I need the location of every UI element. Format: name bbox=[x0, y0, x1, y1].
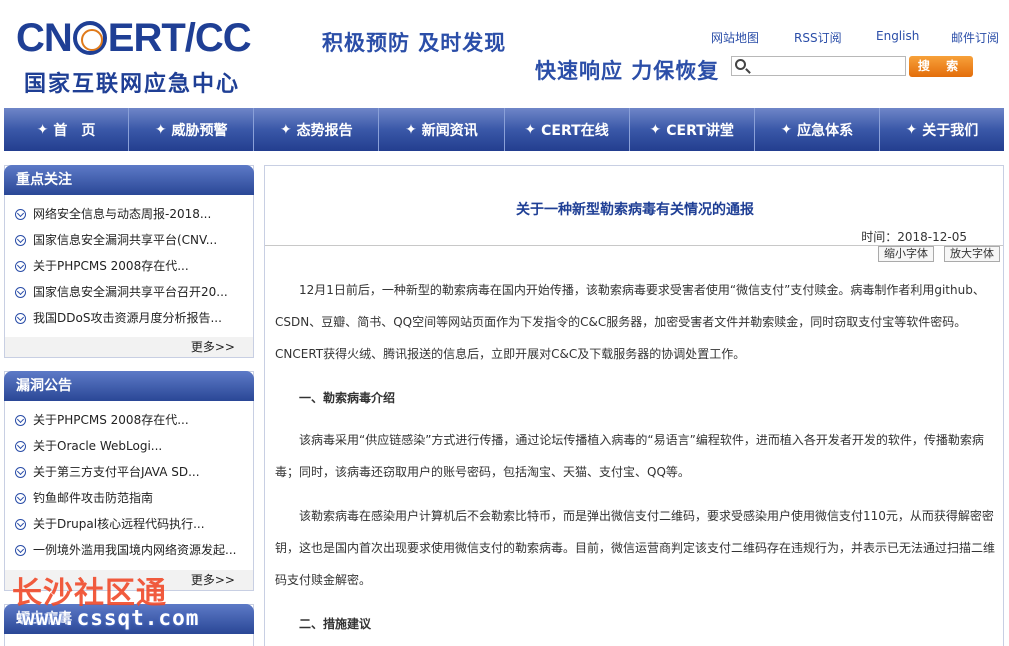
list-item[interactable]: 关于Drupal核心远程代码执行... bbox=[15, 511, 253, 537]
list-item[interactable]: 关于PHPCMS 2008存在代... bbox=[15, 407, 253, 433]
rss-link[interactable]: RSS订阅 bbox=[794, 29, 842, 46]
nav-threat-alert[interactable]: ✦ 威胁预警 bbox=[129, 108, 255, 151]
article-time: 时间：2018-12-05 bbox=[861, 230, 967, 244]
vuln-list: 关于PHPCMS 2008存在代... 关于Oracle WebLogi... … bbox=[5, 401, 253, 563]
focus-panel: 重点关注 网络安全信息与动态周报-2018... 国家信息安全漏洞共享平台(CN… bbox=[4, 165, 254, 358]
slogan-line-2: 快速响应 力保恢复 bbox=[535, 59, 720, 83]
logo-english: CN ERT/CC bbox=[16, 16, 252, 60]
circle-arrow-icon bbox=[15, 492, 26, 504]
search-icon bbox=[735, 59, 746, 70]
focus-list: 网络安全信息与动态周报-2018... 国家信息安全漏洞共享平台(CNV... … bbox=[5, 195, 253, 331]
star-icon: ✦ bbox=[279, 121, 292, 138]
article-section-heading: 一、勒索病毒介绍 bbox=[299, 391, 396, 405]
circle-arrow-icon bbox=[15, 312, 26, 324]
list-item[interactable]: 关于第三方支付平台JAVA SD... bbox=[15, 459, 253, 485]
font-smaller-button[interactable]: 缩小字体 bbox=[878, 246, 934, 262]
nav-emergency-system[interactable]: ✦ 应急体系 bbox=[755, 108, 880, 151]
site-logo[interactable]: CN ERT/CC 国家互联网应急中心 bbox=[16, 14, 278, 98]
article-panel: 关于一种新型勒索病毒有关情况的通报 时间：2018-12-05 缩小字体 放大字… bbox=[264, 165, 1004, 646]
list-item[interactable]: 国家信息安全漏洞共享平台召开20... bbox=[15, 279, 253, 305]
circle-arrow-icon bbox=[15, 466, 26, 478]
watermark-url: www.cssqt.com bbox=[22, 606, 200, 630]
nav-cert-lecture[interactable]: ✦ CERT讲堂 bbox=[630, 108, 755, 151]
focus-more-link[interactable]: 更多>> bbox=[5, 337, 253, 357]
circle-arrow-icon bbox=[15, 260, 26, 272]
article-section-heading: 二、措施建议 bbox=[299, 617, 372, 631]
search-box bbox=[731, 56, 906, 76]
star-icon: ✦ bbox=[780, 121, 793, 138]
list-item[interactable]: 网络安全信息与动态周报-2018... bbox=[15, 201, 253, 227]
star-icon: ✦ bbox=[649, 121, 662, 138]
watermark: 长沙社区通 www.cssqt.com bbox=[10, 568, 230, 638]
search-input[interactable] bbox=[752, 58, 902, 74]
nav-news[interactable]: ✦ 新闻资讯 bbox=[379, 108, 505, 151]
slogan-line-1: 积极预防 及时发现 bbox=[322, 31, 507, 55]
nav-about-us[interactable]: ✦ 关于我们 bbox=[880, 108, 1004, 151]
logo-chinese: 国家互联网应急中心 bbox=[24, 72, 241, 97]
star-icon: ✦ bbox=[405, 121, 417, 138]
article-paragraph: 12月1日前后，一种新型的勒索病毒在国内开始传播，该勒索病毒要求受害者使用“微信… bbox=[275, 283, 985, 361]
vuln-panel-title: 漏洞公告 bbox=[4, 371, 254, 401]
circle-arrow-icon bbox=[15, 440, 26, 452]
list-item[interactable]: 一例境外滥用我国境内网络资源发起... bbox=[15, 537, 253, 563]
nav-cert-online[interactable]: ✦ CERT在线 bbox=[505, 108, 630, 151]
circle-arrow-icon bbox=[15, 208, 26, 220]
nav-home[interactable]: ✦ 首 页 bbox=[4, 108, 130, 151]
circle-arrow-icon bbox=[15, 544, 26, 556]
star-icon: ✦ bbox=[524, 121, 537, 138]
vuln-panel: 漏洞公告 关于PHPCMS 2008存在代... 关于Oracle WebLog… bbox=[4, 371, 254, 591]
article-paragraph: 该病毒采用“供应链感染”方式进行传播，通过论坛传播植入病毒的“易语言”编程软件，… bbox=[275, 433, 984, 479]
font-larger-button[interactable]: 放大字体 bbox=[944, 246, 1000, 262]
article-title: 关于一种新型勒索病毒有关情况的通报 bbox=[516, 202, 754, 218]
list-item[interactable]: 国家信息安全漏洞共享平台(CNV... bbox=[15, 227, 253, 253]
list-item[interactable]: 钓鱼邮件攻击防范指南 bbox=[15, 485, 253, 511]
circle-arrow-icon bbox=[15, 518, 26, 530]
search-button[interactable]: 搜 索 bbox=[909, 56, 973, 77]
star-icon: ✦ bbox=[36, 121, 49, 138]
article-paragraph: 该勒索病毒在感染用户计算机后不会勒索比特币，而是弹出微信支付二维码，要求受感染用… bbox=[275, 509, 996, 587]
circle-arrow-icon bbox=[15, 286, 26, 298]
circle-arrow-icon bbox=[15, 234, 26, 246]
focus-panel-title: 重点关注 bbox=[4, 165, 254, 195]
sitemap-link[interactable]: 网站地图 bbox=[711, 29, 759, 46]
article-body: 12月1日前后，一种新型的勒索病毒在国内开始传播，该勒索病毒要求受害者使用“微信… bbox=[275, 274, 997, 646]
list-item[interactable]: 关于Oracle WebLogi... bbox=[15, 433, 253, 459]
globe-icon bbox=[72, 21, 107, 55]
star-icon: ✦ bbox=[905, 121, 918, 138]
main-nav: ✦ 首 页 ✦ 威胁预警 ✦ 态势报告 ✦ 新闻资讯 ✦ CERT在线 ✦ CERT讲堂 ✦… bbox=[4, 108, 1004, 151]
mail-subscribe-link[interactable]: 邮件订阅 bbox=[951, 29, 999, 46]
list-item[interactable]: 我国DDoS攻击资源月度分析报告... bbox=[15, 305, 253, 331]
circle-arrow-icon bbox=[15, 414, 26, 426]
nav-situation-report[interactable]: ✦ 态势报告 bbox=[254, 108, 380, 151]
list-item[interactable]: 关于PHPCMS 2008存在代... bbox=[15, 253, 253, 279]
site-header: CN ERT/CC 国家互联网应急中心 积极预防 及时发现 快速响应 力保恢复 网… bbox=[0, 0, 1009, 108]
star-icon: ✦ bbox=[154, 121, 167, 138]
english-link[interactable]: English bbox=[876, 29, 919, 43]
